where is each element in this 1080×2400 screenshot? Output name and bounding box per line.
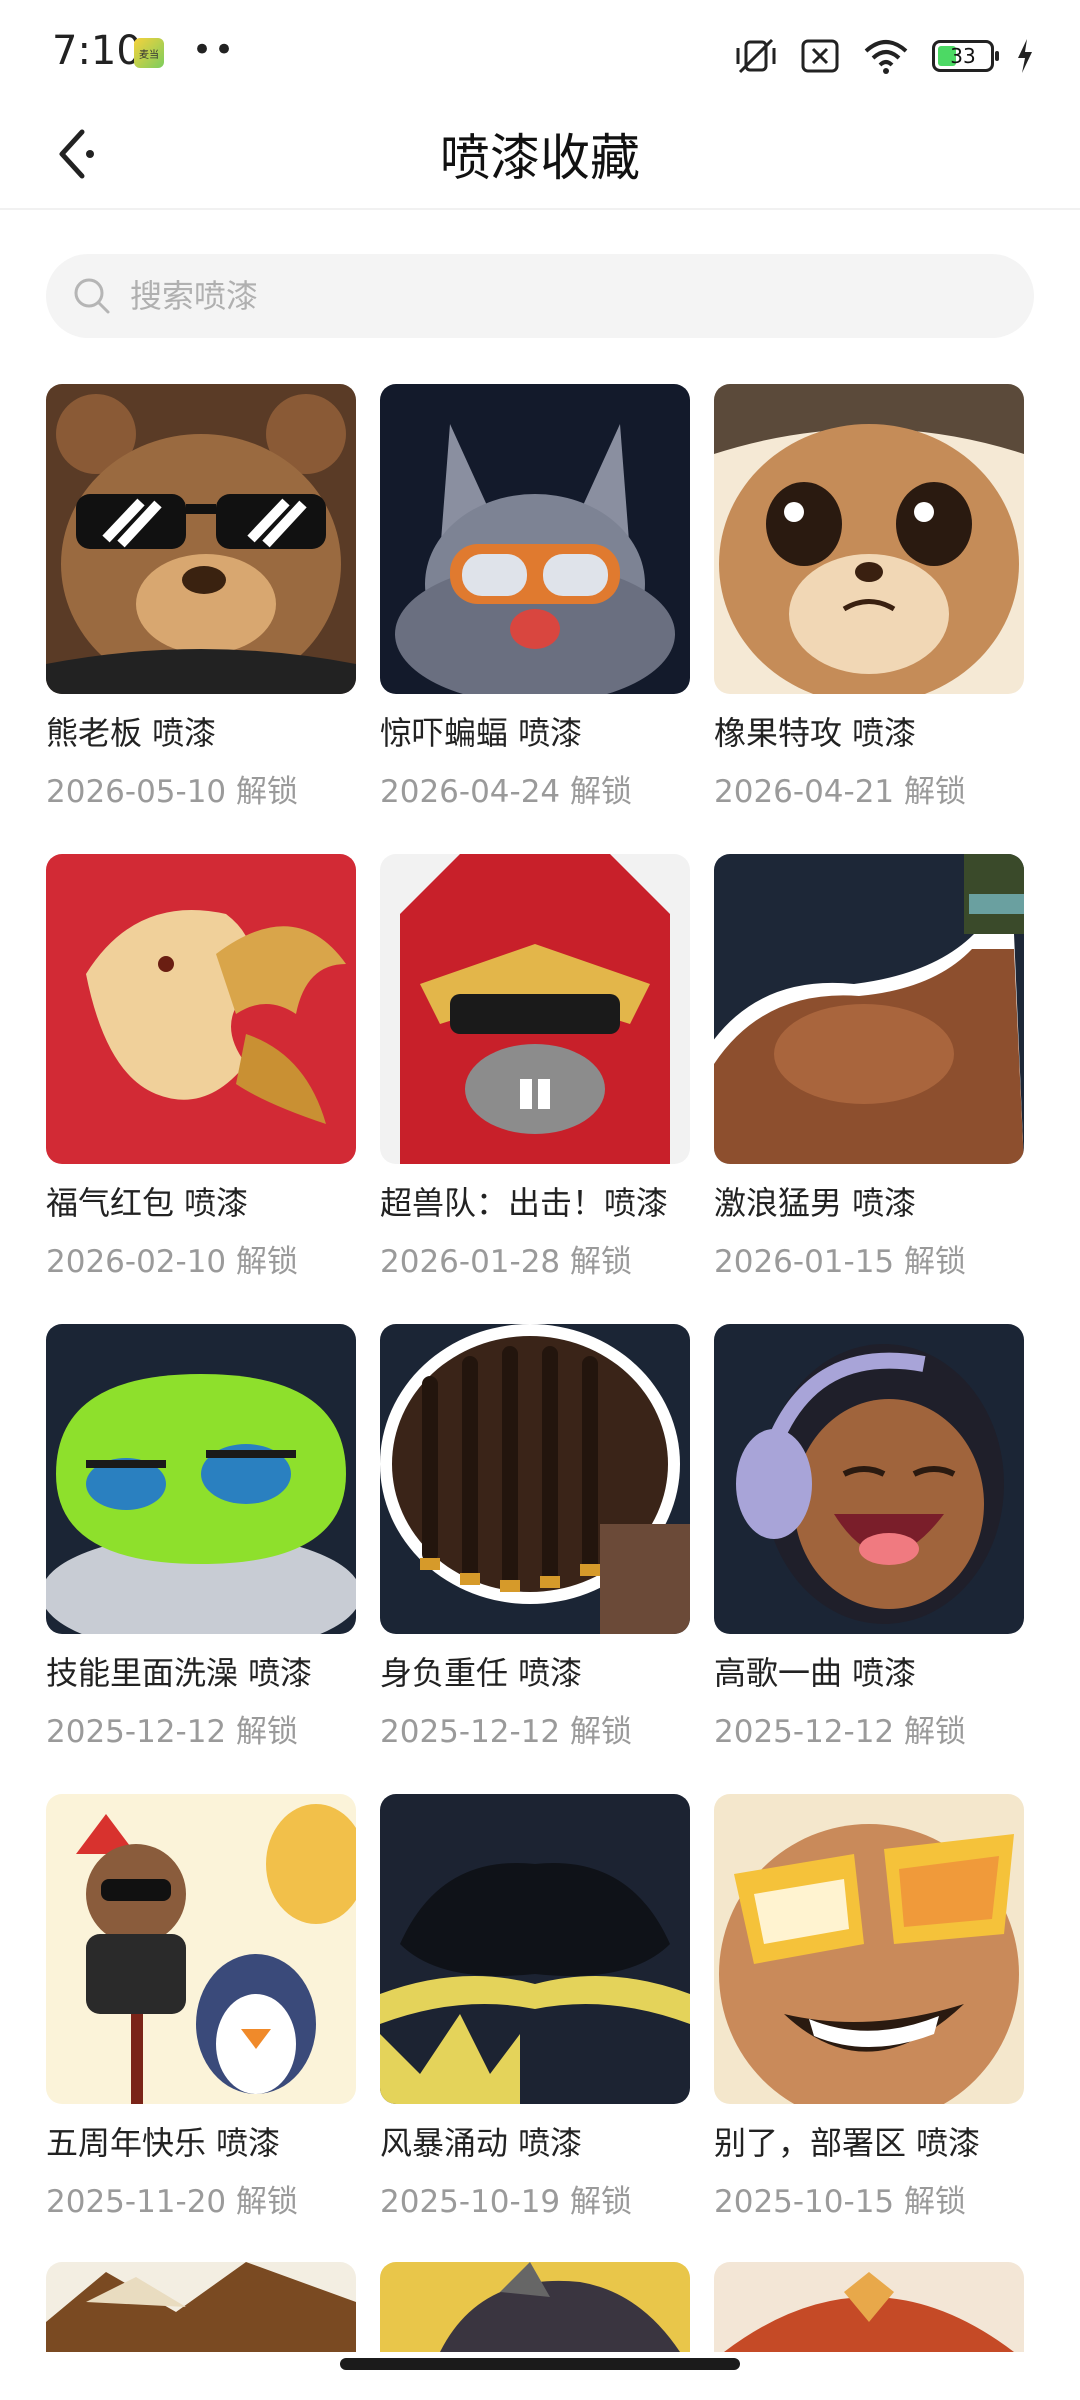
spray-unlock-date: 2025-12-12 解锁: [714, 1714, 967, 1750]
spray-title: 橡果特攻 喷漆: [714, 714, 917, 752]
sim-off-icon: [800, 38, 840, 74]
spray-unlock-date: 2025-12-12 解锁: [380, 1714, 633, 1750]
spray-unlock-date: 2025-12-12 解锁: [46, 1714, 299, 1750]
vibrate-off-icon: [734, 36, 778, 76]
spray-title: 激浪猛男 喷漆: [714, 1184, 917, 1222]
spray-title: 惊吓蝙蝠 喷漆: [380, 714, 583, 752]
spray-card[interactable]: 身负重任 喷漆 2025-12-12 解锁: [380, 1324, 690, 1794]
wifi-icon: [862, 37, 910, 75]
spray-unlock-date: 2025-10-15 解锁: [714, 2184, 967, 2220]
spray-card[interactable]: 技能里面洗澡 喷漆 2025-12-12 解锁: [46, 1324, 356, 1794]
acorn-squirrel-image: [714, 384, 1024, 694]
spray-unlock-date: 2026-01-28 解锁: [380, 1244, 633, 1280]
muscle-arm-image: [714, 854, 1024, 1164]
partial-spray-image[interactable]: [380, 2262, 690, 2352]
spray-card[interactable]: 高歌一曲 喷漆 2025-12-12 解锁: [714, 1324, 1024, 1794]
battery-level: 33: [950, 44, 976, 68]
app-notification-icon: 麦当: [134, 38, 164, 68]
red-hero-image: [380, 854, 690, 1164]
spray-card[interactable]: 惊吓蝙蝠 喷漆 2026-04-24 解锁: [380, 384, 690, 854]
spray-unlock-date: 2025-11-20 解锁: [46, 2184, 299, 2220]
more-notifications-icon: ••: [192, 30, 237, 70]
spray-title: 高歌一曲 喷漆: [714, 1654, 917, 1692]
spray-title: 别了，部署区 喷漆: [714, 2124, 981, 2162]
next-row-partial: [46, 2262, 1024, 2352]
spray-unlock-date: 2026-04-21 解锁: [714, 774, 967, 810]
grid-row: 五周年快乐 喷漆 2025-11-20 解锁 风暴涌动 喷漆 2025-10-1…: [46, 1794, 1042, 2264]
spray-collection-screen: 7:10 麦当 •• 33 喷漆收藏 搜索喷漆 熊老板 喷漆 2026-05-1…: [0, 0, 1080, 2400]
home-indicator[interactable]: [340, 2358, 740, 2370]
spray-title: 熊老板 喷漆: [46, 714, 217, 752]
anniversary-bear-penguin-image: [46, 1794, 356, 2104]
spray-unlock-date: 2026-04-24 解锁: [380, 774, 633, 810]
storm-crown-image: [380, 1794, 690, 2104]
status-time: 7:10: [52, 28, 142, 74]
spray-title: 福气红包 喷漆: [46, 1184, 249, 1222]
scared-bat-image: [380, 384, 690, 694]
spray-title: 超兽队：出击！喷漆: [380, 1184, 669, 1222]
spray-card[interactable]: 别了，部署区 喷漆 2025-10-15 解锁: [714, 1794, 1024, 2264]
spray-title: 身负重任 喷漆: [380, 1654, 583, 1692]
spray-grid: 熊老板 喷漆 2026-05-10 解锁 惊吓蝙蝠 喷漆 2026-04-24 …: [46, 384, 1042, 2264]
status-icons: 33: [734, 34, 1034, 78]
spray-title: 五周年快乐 喷漆: [46, 2124, 281, 2162]
spray-card[interactable]: 风暴涌动 喷漆 2025-10-19 解锁: [380, 1794, 690, 2264]
search-input[interactable]: [128, 276, 992, 316]
green-slime-image: [46, 1324, 356, 1634]
sunglasses-grin-image: [714, 1794, 1024, 2104]
partial-spray-image[interactable]: [46, 2262, 356, 2352]
partial-spray-image[interactable]: [714, 2262, 1024, 2352]
spray-unlock-date: 2025-10-19 解锁: [380, 2184, 633, 2220]
spray-title: 技能里面洗澡 喷漆: [46, 1654, 313, 1692]
boss-bear-image: [46, 384, 356, 694]
grid-row: 福气红包 喷漆 2026-02-10 解锁 超兽队：出击！喷漆 2026-01-…: [46, 854, 1042, 1324]
spray-card[interactable]: 福气红包 喷漆 2026-02-10 解锁: [46, 854, 356, 1324]
spray-card[interactable]: 超兽队：出击！喷漆 2026-01-28 解锁: [380, 854, 690, 1324]
battery-icon: 33: [932, 40, 999, 72]
search-bar[interactable]: [46, 254, 1034, 338]
spray-card[interactable]: 橡果特攻 喷漆 2026-04-21 解锁: [714, 384, 1024, 854]
spray-card[interactable]: 熊老板 喷漆 2026-05-10 解锁: [46, 384, 356, 854]
status-bar: 7:10 麦当 •• 33: [0, 0, 1080, 100]
spray-card[interactable]: 激浪猛男 喷漆 2026-01-15 解锁: [714, 854, 1024, 1324]
spray-title: 风暴涌动 喷漆: [380, 2124, 583, 2162]
grid-row: 熊老板 喷漆 2026-05-10 解锁 惊吓蝙蝠 喷漆 2026-04-24 …: [46, 384, 1042, 854]
singer-headphones-image: [714, 1324, 1024, 1634]
app-header: 喷漆收藏: [0, 100, 1080, 210]
dreadlocks-image: [380, 1324, 690, 1634]
lucky-horse-image: [46, 854, 356, 1164]
charging-icon: [1016, 39, 1034, 73]
page-title: 喷漆收藏: [440, 129, 640, 187]
spray-unlock-date: 2026-02-10 解锁: [46, 1244, 299, 1280]
spray-card[interactable]: 五周年快乐 喷漆 2025-11-20 解锁: [46, 1794, 356, 2264]
search-icon: [72, 276, 112, 316]
spray-unlock-date: 2026-01-15 解锁: [714, 1244, 967, 1280]
spray-unlock-date: 2026-05-10 解锁: [46, 774, 299, 810]
grid-row: 技能里面洗澡 喷漆 2025-12-12 解锁 身负重任 喷漆 2025-12-…: [46, 1324, 1042, 1794]
